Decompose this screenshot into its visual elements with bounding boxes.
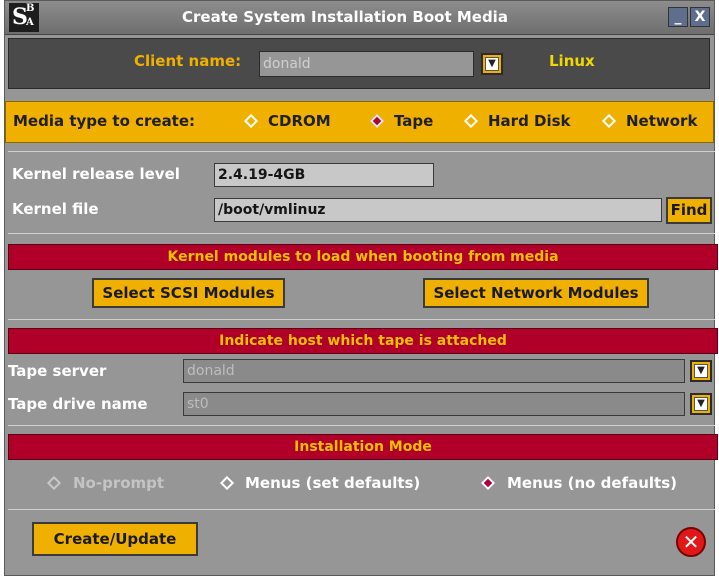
app-logo-icon: S B A bbox=[9, 3, 39, 32]
divider bbox=[8, 425, 715, 426]
kernel-file-input[interactable]: /boot/vmlinuz bbox=[214, 198, 662, 222]
radio-no-prompt-label: No-prompt bbox=[73, 474, 165, 492]
close-window-button[interactable]: X bbox=[690, 7, 710, 27]
client-dropdown-button[interactable]: ▼ bbox=[481, 53, 503, 75]
window-title: Create System Installation Boot Media bbox=[182, 8, 508, 26]
tape-server-input[interactable]: donald bbox=[183, 359, 685, 383]
tape-server-dropdown-button[interactable]: ▼ bbox=[690, 360, 712, 382]
select-scsi-modules-button[interactable]: Select SCSI Modules bbox=[92, 278, 285, 308]
divider bbox=[8, 319, 715, 320]
media-type-label: Media type to create: bbox=[13, 112, 196, 130]
divider bbox=[8, 233, 715, 234]
radio-network[interactable] bbox=[601, 113, 617, 129]
tape-drive-label: Tape drive name bbox=[8, 395, 148, 413]
radio-menus-no-defaults-label[interactable]: Menus (no defaults) bbox=[507, 474, 677, 492]
find-button[interactable]: Find bbox=[666, 197, 712, 224]
radio-menus-no-defaults[interactable] bbox=[480, 475, 496, 491]
minimize-button[interactable]: _ bbox=[668, 7, 688, 27]
radio-network-label[interactable]: Network bbox=[626, 112, 697, 130]
chevron-down-icon: ▼ bbox=[485, 57, 499, 71]
radio-menus-set-defaults[interactable] bbox=[219, 475, 235, 491]
media-type-row: Media type to create: CDROM Tape Hard Di… bbox=[5, 101, 714, 143]
tape-drive-dropdown-button[interactable]: ▼ bbox=[690, 393, 712, 415]
kernel-modules-header: Kernel modules to load when booting from… bbox=[8, 244, 718, 270]
tape-server-label: Tape server bbox=[8, 362, 107, 380]
tape-drive-input[interactable]: st0 bbox=[183, 392, 685, 416]
cancel-stop-icon[interactable]: ✕ bbox=[676, 527, 706, 557]
create-update-button[interactable]: Create/Update bbox=[32, 522, 198, 556]
installation-mode-header: Installation Mode bbox=[8, 434, 718, 460]
select-network-modules-button[interactable]: Select Network Modules bbox=[423, 278, 649, 308]
client-os-label: Linux bbox=[549, 52, 595, 70]
radio-no-prompt bbox=[46, 475, 62, 491]
divider bbox=[8, 509, 715, 510]
title-bar[interactable]: S B A Create System Installation Boot Me… bbox=[5, 1, 714, 35]
divider bbox=[8, 151, 715, 152]
radio-cdrom[interactable] bbox=[243, 113, 259, 129]
radio-menus-set-defaults-label[interactable]: Menus (set defaults) bbox=[245, 474, 420, 492]
logo-letter-a: A bbox=[26, 17, 34, 28]
kernel-file-label: Kernel file bbox=[12, 200, 99, 218]
tape-host-header: Indicate host which tape is attached bbox=[8, 328, 718, 354]
kernel-release-label: Kernel release level bbox=[12, 165, 180, 183]
radio-tape-label[interactable]: Tape bbox=[394, 112, 433, 130]
logo-letter-b: B bbox=[26, 3, 35, 14]
client-name-label: Client name: bbox=[134, 52, 242, 70]
client-row: Client name: donald ▼ Linux bbox=[8, 38, 710, 89]
kernel-release-input[interactable]: 2.4.19-4GB bbox=[214, 163, 434, 187]
radio-cdrom-label[interactable]: CDROM bbox=[268, 112, 331, 130]
chevron-down-icon: ▼ bbox=[694, 397, 708, 411]
chevron-down-icon: ▼ bbox=[694, 364, 708, 378]
radio-hard-disk-label[interactable]: Hard Disk bbox=[488, 112, 571, 130]
radio-hard-disk[interactable] bbox=[463, 113, 479, 129]
boot-media-window: S B A Create System Installation Boot Me… bbox=[4, 0, 718, 576]
radio-tape[interactable] bbox=[369, 113, 385, 129]
client-name-input[interactable]: donald bbox=[259, 51, 474, 77]
